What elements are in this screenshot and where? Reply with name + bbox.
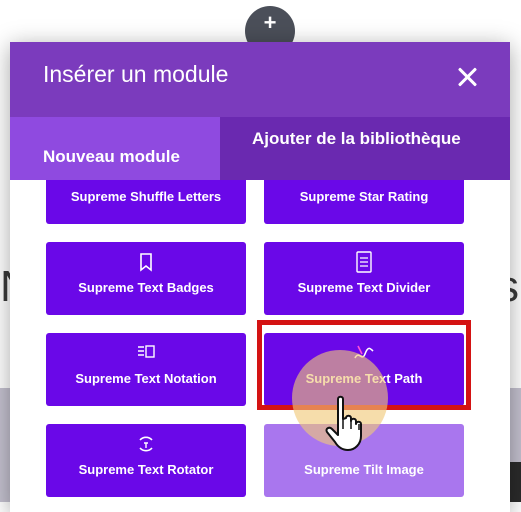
insert-module-dialog: Insérer un module Nouveau module Ajouter… xyxy=(10,42,510,512)
close-icon[interactable] xyxy=(454,64,480,90)
text-notation-icon xyxy=(138,345,155,358)
module-text-path[interactable]: Supreme Text Path xyxy=(264,333,464,406)
module-grid: Supreme Shuffle Letters Supreme Star Rat… xyxy=(10,180,510,512)
module-text-divider[interactable]: Supreme Text Divider xyxy=(264,242,464,315)
module-label: Supreme Text Badges xyxy=(78,280,214,295)
dialog-title: Insérer un module xyxy=(43,61,229,87)
dialog-tabs: Nouveau module Ajouter de la bibliothèqu… xyxy=(10,117,510,180)
module-text-badges[interactable]: Supreme Text Badges xyxy=(46,242,246,315)
module-tilt-image[interactable]: Supreme Tilt Image xyxy=(264,424,464,497)
star-rating-icon xyxy=(352,180,376,183)
module-label: Supreme Tilt Image xyxy=(304,462,424,477)
module-star-rating[interactable]: Supreme Star Rating xyxy=(264,180,464,224)
dialog-header: Insérer un module xyxy=(10,42,510,117)
module-label: Supreme Text Notation xyxy=(75,371,217,386)
module-text-notation[interactable]: Supreme Text Notation xyxy=(46,333,246,406)
tab-add-from-library[interactable]: Ajouter de la bibliothèque xyxy=(252,117,472,180)
text-path-icon xyxy=(354,345,374,359)
module-label: Supreme Star Rating xyxy=(299,189,429,204)
module-label: Supreme Text Path xyxy=(305,371,423,386)
text-badges-icon xyxy=(140,253,152,272)
plus-icon: + xyxy=(263,10,277,35)
module-text-rotator[interactable]: Supreme Text Rotator xyxy=(46,424,246,497)
module-label: Supreme Shuffle Letters xyxy=(70,189,222,204)
module-shuffle-letters[interactable]: Supreme Shuffle Letters xyxy=(46,180,246,224)
shuffle-letters-icon xyxy=(134,180,158,183)
text-rotator-icon xyxy=(139,436,153,452)
module-label: Supreme Text Rotator xyxy=(78,462,214,477)
module-label: Supreme Text Divider xyxy=(297,280,431,295)
tab-new-module[interactable]: Nouveau module xyxy=(10,117,220,180)
text-divider-icon xyxy=(356,251,372,273)
